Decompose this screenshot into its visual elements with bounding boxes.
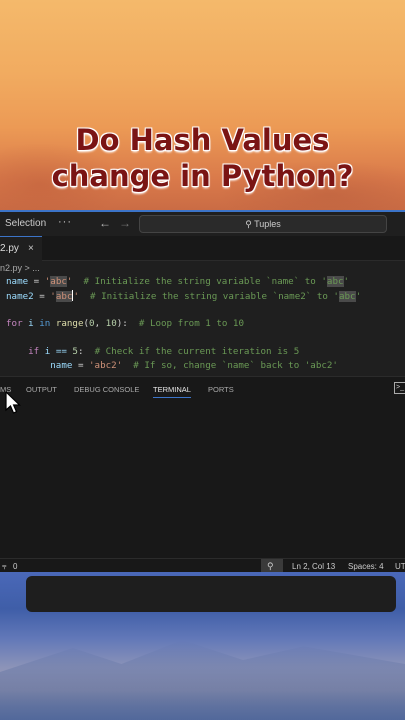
bottom-panel: MS OUTPUT DEBUG CONSOLE TERMINAL PORTS >…	[0, 376, 405, 563]
arrow-left-icon[interactable]: ←	[99, 216, 111, 230]
code-line-6: if i == 5: # Check if the current iterat…	[28, 346, 300, 357]
tab-file[interactable]: 2.py ×	[0, 236, 42, 261]
code-line-1: name = 'abc' # Initialize the string var…	[6, 276, 350, 287]
caption-line-1: Do Hash Values	[75, 123, 330, 157]
arrow-right-icon[interactable]: →	[119, 216, 131, 230]
overlay-box	[26, 576, 396, 612]
caption-line-2: change in Python?	[51, 159, 354, 193]
tab-debug-console[interactable]: DEBUG CONSOLE	[74, 385, 139, 394]
tab-ports[interactable]: PORTS	[208, 385, 234, 394]
breadcrumb[interactable]: n2.py > ...	[0, 263, 40, 273]
terminal-icon[interactable]: >_	[394, 382, 405, 394]
editor-window: Selection ··· ← → ⚲ Tuples 2.py × n2.py …	[0, 210, 405, 575]
close-icon[interactable]: ×	[28, 237, 34, 261]
status-ports-count[interactable]: 0	[13, 562, 17, 571]
editor-tab-bar: 2.py ×	[0, 236, 405, 261]
cursor-position[interactable]: Ln 2, Col 13	[292, 562, 335, 571]
code-line-2: name2 = 'abc' # Initialize the string va…	[6, 290, 362, 302]
search-text: Tuples	[254, 219, 281, 229]
mouse-pointer-icon	[5, 390, 21, 414]
indentation[interactable]: Spaces: 4	[348, 562, 384, 571]
code-line-7: name = 'abc2' # If so, change `name` bac…	[50, 360, 338, 371]
encoding[interactable]: UT	[395, 562, 405, 571]
menu-selection[interactable]: Selection	[5, 218, 46, 229]
tab-output[interactable]: OUTPUT	[26, 385, 57, 394]
ports-icon[interactable]: ⫧	[2, 562, 7, 572]
title-bar: Selection ··· ← → ⚲ Tuples	[0, 212, 405, 236]
code-line-4: for i in range(0, 10): # Loop from 1 to …	[6, 318, 244, 329]
tab-label: 2.py	[0, 243, 19, 254]
tab-terminal[interactable]: TERMINAL	[153, 385, 191, 398]
more-menu-icon[interactable]: ···	[58, 216, 72, 228]
search-icon: ⚲	[245, 219, 252, 229]
command-search-box[interactable]: ⚲ Tuples	[139, 215, 387, 233]
video-caption: Do Hash Values change in Python?	[0, 122, 405, 194]
